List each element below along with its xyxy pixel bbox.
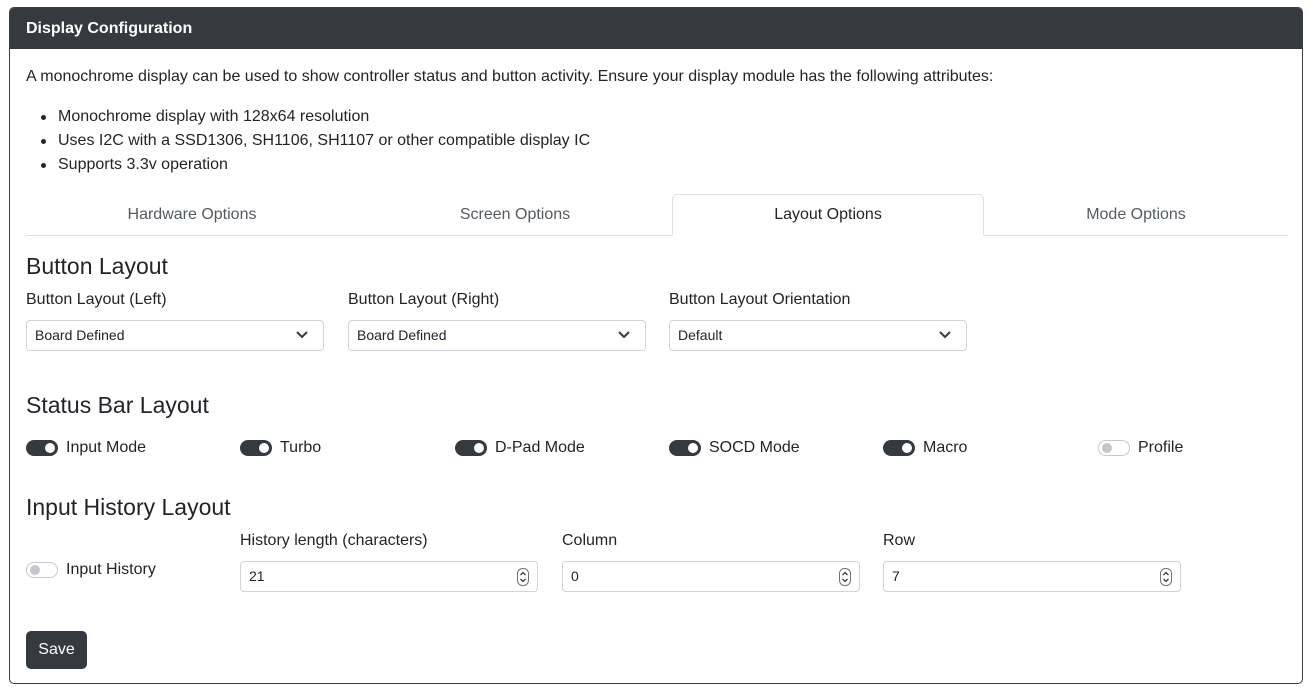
input-history-switch[interactable] (26, 562, 58, 578)
toggle-label: Profile (1138, 439, 1184, 456)
select-value: Board Defined (35, 327, 125, 343)
profile-switch[interactable] (1098, 440, 1130, 456)
display-configuration-card: Display Configuration A monochrome displ… (9, 7, 1303, 684)
status-bar-layout-title: Status Bar Layout (26, 392, 209, 418)
spinner-arrows-icon[interactable] (839, 568, 851, 586)
turbo-switch[interactable] (240, 440, 272, 456)
input-value: 21 (249, 568, 265, 584)
input-value: 0 (571, 568, 579, 584)
toggle-label: Macro (923, 439, 968, 456)
spinner-arrows-icon[interactable] (517, 568, 529, 586)
save-button[interactable]: Save (26, 631, 87, 669)
column-label: Column (562, 532, 618, 549)
history-length-input[interactable]: 21 (240, 561, 538, 592)
button-layout-title: Button Layout (26, 253, 168, 279)
button-layout-right-label: Button Layout (Right) (348, 291, 500, 308)
chevron-down-icon (618, 331, 630, 339)
toggle-label: SOCD Mode (709, 439, 800, 456)
select-value: Board Defined (357, 327, 447, 343)
intro-text: A monochrome display can be used to show… (26, 68, 994, 85)
button-layout-right-select[interactable]: Board Defined (348, 320, 646, 351)
tab-layout-options[interactable]: Layout Options (672, 194, 984, 236)
row-label: Row (883, 532, 916, 549)
toggle-label: Input History (66, 561, 156, 578)
button-layout-left-select[interactable]: Board Defined (26, 320, 324, 351)
button-layout-orientation-select[interactable]: Default (669, 320, 967, 351)
list-item: Monochrome display with 128x64 resolutio… (26, 107, 590, 131)
input-value: 7 (892, 568, 900, 584)
input-mode-switch[interactable] (26, 440, 58, 456)
chevron-down-icon (296, 331, 308, 339)
button-layout-left-label: Button Layout (Left) (26, 291, 167, 308)
row-input[interactable]: 7 (883, 561, 1181, 592)
select-value: Default (678, 327, 723, 343)
chevron-down-icon (939, 331, 951, 339)
tab-hardware-options[interactable]: Hardware Options (26, 194, 358, 236)
dpad-mode-switch[interactable] (455, 440, 487, 456)
tab-screen-options[interactable]: Screen Options (358, 194, 672, 236)
card-header: Display Configuration (10, 8, 1302, 49)
toggle-label: D-Pad Mode (495, 439, 585, 456)
input-history-layout-title: Input History Layout (26, 494, 231, 520)
list-item: Supports 3.3v operation (26, 155, 590, 179)
history-length-label: History length (characters) (240, 532, 428, 549)
toggle-label: Input Mode (66, 439, 147, 456)
tab-mode-options[interactable]: Mode Options (984, 194, 1288, 236)
socd-mode-switch[interactable] (669, 440, 701, 456)
spinner-arrows-icon[interactable] (1160, 568, 1172, 586)
toggle-label: Turbo (280, 439, 322, 456)
list-item: Uses I2C with a SSD1306, SH1106, SH1107 … (26, 131, 590, 155)
macro-switch[interactable] (883, 440, 915, 456)
requirements-list: Monochrome display with 128x64 resolutio… (26, 107, 590, 179)
button-layout-orientation-label: Button Layout Orientation (669, 291, 851, 308)
tab-bar: Hardware Options Screen Options Layout O… (26, 194, 1288, 236)
column-input[interactable]: 0 (562, 561, 860, 592)
